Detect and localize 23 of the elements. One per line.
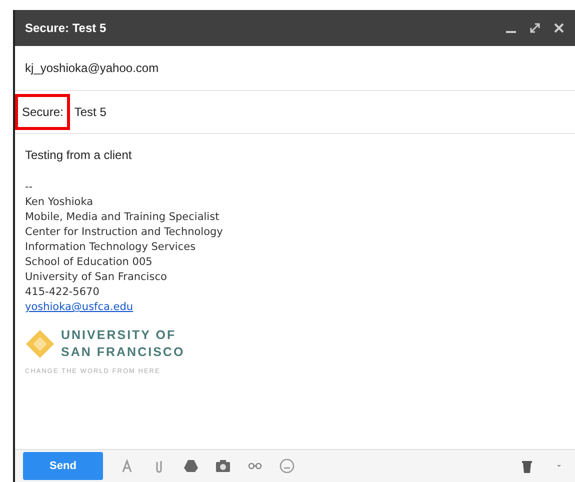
signature-separator: -- (25, 180, 34, 195)
signature-line: Ken Yoshioka (25, 195, 94, 210)
window-title: Secure: Test 5 (25, 21, 108, 35)
subject-field[interactable]: Test 5 (74, 105, 106, 119)
expand-icon[interactable] (529, 22, 541, 34)
signature-line: School of Education 005 (25, 255, 154, 270)
message-text: Testing from a client (25, 148, 133, 162)
recipient-field[interactable]: kj_yoshioka@yahoo.com (25, 61, 159, 75)
logo-line: SAN FRANCISCO (61, 344, 185, 361)
diamond-logo-icon (25, 329, 55, 359)
email-link[interactable]: yoshioka@usfca.edu (25, 301, 134, 313)
signature-line: Mobile, Media and Training Specialist (25, 210, 220, 225)
subject-prefix: Secure: (15, 94, 70, 130)
signature-line: University of San Francisco (25, 270, 168, 285)
signature-line: Information Technology Services (25, 240, 197, 255)
camera-icon[interactable] (215, 458, 231, 474)
emoji-icon[interactable] (279, 458, 295, 474)
drive-icon[interactable] (183, 458, 199, 474)
signature-line: 415-422-5670 (25, 285, 100, 300)
signature-line: Center for Instruction and Technology (25, 225, 224, 240)
trash-icon[interactable] (519, 458, 535, 474)
close-icon[interactable] (553, 22, 565, 34)
logo-line: UNIVERSITY OF (61, 327, 178, 344)
